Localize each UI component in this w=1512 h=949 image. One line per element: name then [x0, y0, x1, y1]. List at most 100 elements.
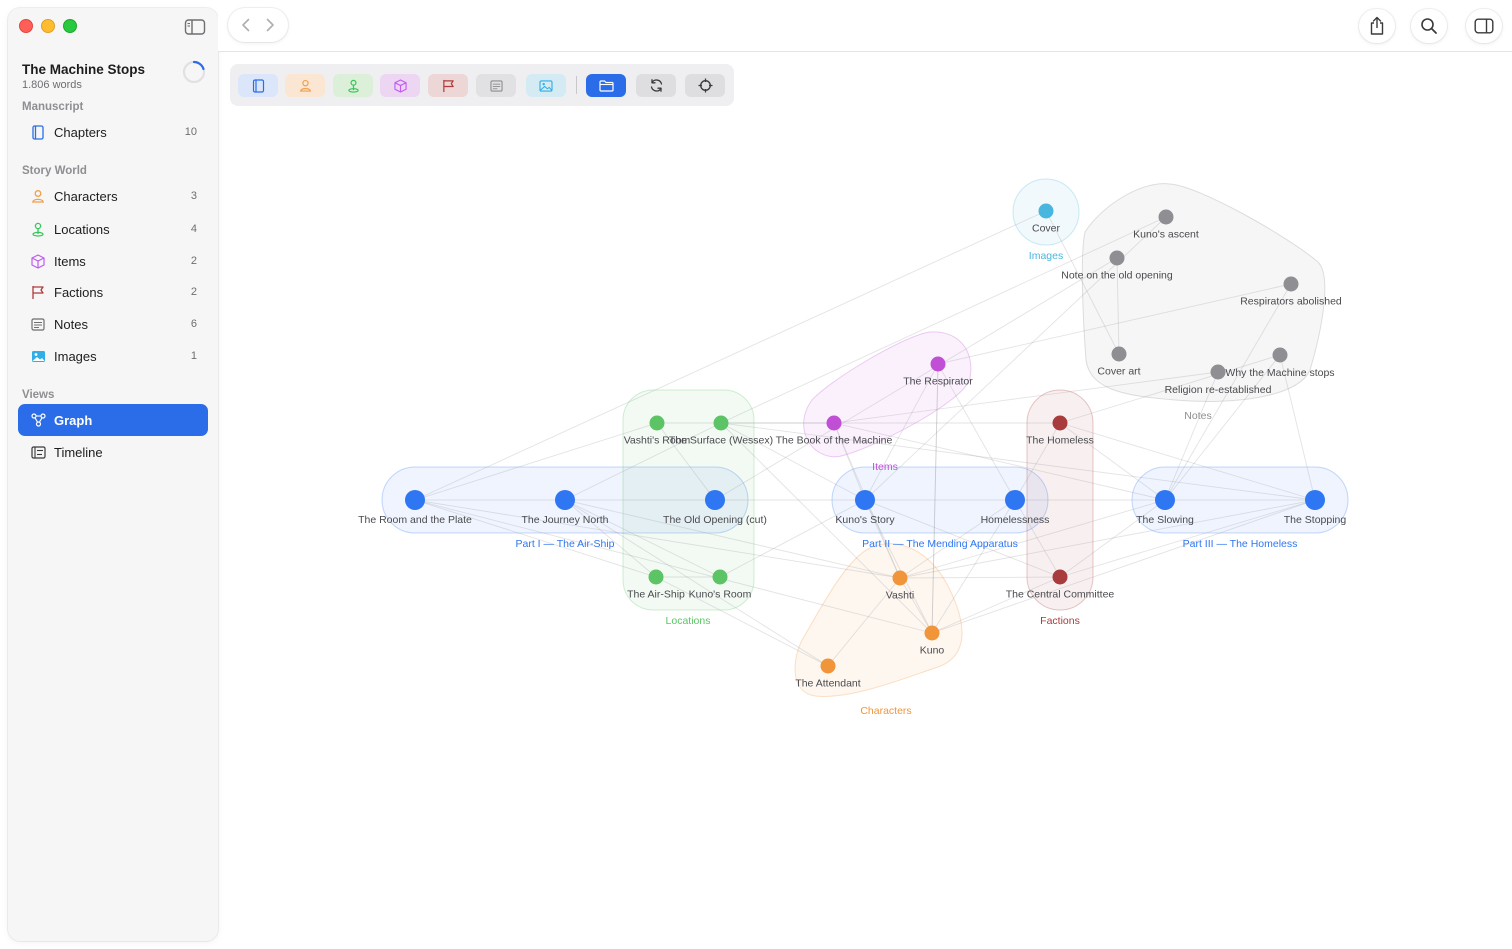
graph-node-airship[interactable]: [648, 569, 664, 585]
group-label-characters: Characters: [860, 705, 911, 717]
toolbar-divider: [576, 76, 577, 94]
search-icon: [1421, 18, 1437, 34]
locations-filter[interactable]: [333, 74, 373, 97]
sidebar-item-factions[interactable]: Factions 2: [18, 276, 208, 308]
graph-node-label: The Central Committee: [1006, 589, 1115, 601]
image-icon: [539, 79, 553, 92]
book-icon: [252, 78, 264, 93]
sidebar-item-count: 6: [190, 318, 197, 330]
chapters-filter[interactable]: [238, 74, 278, 97]
sidebar-item-locations[interactable]: Locations 4: [18, 213, 208, 245]
graph-node-old_opening[interactable]: [705, 490, 725, 510]
timeline-icon: [30, 444, 46, 460]
graph-node-journey_north[interactable]: [555, 490, 575, 510]
forward-button[interactable]: [260, 15, 280, 35]
image-icon: [30, 348, 46, 364]
flag-icon: [30, 284, 46, 300]
progress-spinner-icon: [182, 60, 206, 84]
graph-node-surface[interactable]: [713, 415, 729, 431]
group-label-items: Items: [872, 461, 898, 473]
back-button[interactable]: [236, 15, 256, 35]
sidebar: The Machine Stops 1.806 words Manuscript…: [8, 8, 218, 941]
person-icon: [30, 188, 46, 204]
graph-node-religion[interactable]: [1210, 364, 1226, 380]
graph-node-label: The Respirator: [903, 376, 973, 388]
graph-node-label: Kuno's Room: [689, 589, 752, 601]
graph-node-label: Kuno's ascent: [1133, 229, 1199, 241]
factions-filter[interactable]: [428, 74, 468, 97]
sidebar-item-items[interactable]: Items 2: [18, 245, 208, 277]
graph-node-vashti[interactable]: [892, 570, 908, 586]
sidebar-item-label: Factions: [54, 284, 104, 300]
graph-node-kunos_ascent[interactable]: [1158, 209, 1174, 225]
notes-filter[interactable]: [476, 74, 516, 97]
group-label-locations: Locations: [666, 615, 711, 627]
share-icon: [1370, 16, 1384, 35]
graph-node-cover[interactable]: [1038, 203, 1054, 219]
sidebar-item-label: Images: [54, 348, 97, 364]
toolbar: [218, 0, 1512, 52]
section-manuscript: Manuscript: [22, 101, 84, 113]
items-filter[interactable]: [380, 74, 420, 97]
graph-node-book_machine[interactable]: [826, 415, 842, 431]
graph-node-note_old_opening[interactable]: [1109, 250, 1125, 266]
story-graph: Part I — The Air-Ship Part II — The Mendi…: [358, 178, 1349, 717]
characters-filter[interactable]: [285, 74, 325, 97]
minimize-window-button[interactable]: [41, 19, 55, 33]
sidebar-item-timeline[interactable]: Timeline: [18, 436, 208, 468]
zoom-window-button[interactable]: [63, 19, 77, 33]
relayout-button[interactable]: [636, 74, 676, 97]
sidebar-toggle-icon[interactable]: [184, 18, 206, 36]
group-label-part1: Part I — The Air-Ship: [515, 538, 614, 550]
inspector-toggle-button[interactable]: [1466, 9, 1502, 43]
inspector-icon: [1474, 18, 1494, 34]
sidebar-item-count: 2: [190, 286, 197, 298]
sidebar-item-count: 4: [190, 223, 197, 235]
sidebar-item-label: Characters: [54, 188, 118, 204]
graph-node-vashti_room[interactable]: [649, 415, 665, 431]
window-controls: [19, 19, 77, 33]
graph-node-cover_art[interactable]: [1111, 346, 1127, 362]
graph-node-label: Cover art: [1097, 366, 1140, 378]
group-label-part3: Part III — The Homeless: [1183, 538, 1298, 550]
graph-node-kunos_story[interactable]: [855, 490, 875, 510]
graph-node-kunos_room[interactable]: [712, 569, 728, 585]
share-button[interactable]: [1359, 9, 1395, 43]
sidebar-item-label: Locations: [54, 221, 110, 237]
cube-icon: [30, 253, 46, 269]
graph-node-label: The Homeless: [1026, 435, 1094, 447]
graph-node-label: Vashti: [886, 590, 914, 602]
graph-node-label: The Room and the Plate: [358, 514, 472, 526]
graph-node-kuno[interactable]: [924, 625, 940, 641]
images-filter[interactable]: [526, 74, 566, 97]
graph-icon: [30, 412, 46, 428]
sidebar-item-chapters[interactable]: Chapters 10: [18, 116, 208, 148]
history-navigation: [228, 8, 288, 42]
graph-node-attendant[interactable]: [820, 658, 836, 674]
group-toggle-button[interactable]: [586, 74, 626, 97]
close-window-button[interactable]: [19, 19, 33, 33]
cube-icon: [393, 78, 407, 93]
graph-node-homeless[interactable]: [1052, 415, 1068, 431]
graph-node-homelessness[interactable]: [1005, 490, 1025, 510]
group-hull-characters[interactable]: [794, 543, 963, 697]
graph-node-label: Religion re-established: [1165, 384, 1272, 396]
graph-node-label: The Air-Ship: [627, 589, 685, 601]
graph-node-stopping[interactable]: [1305, 490, 1325, 510]
graph-node-label: Kuno's Story: [835, 514, 895, 526]
search-button[interactable]: [1411, 9, 1447, 43]
graph-node-central_committee[interactable]: [1052, 569, 1068, 585]
graph-node-room_plate[interactable]: [405, 490, 425, 510]
note-icon: [30, 316, 46, 332]
graph-node-respirators_abolished[interactable]: [1283, 276, 1299, 292]
graph-node-why_machine_stops[interactable]: [1272, 347, 1288, 363]
sidebar-item-notes[interactable]: Notes 6: [18, 308, 208, 340]
sidebar-item-label: Items: [54, 253, 86, 269]
sidebar-item-images[interactable]: Images 1: [18, 340, 208, 372]
recenter-button[interactable]: [685, 74, 725, 97]
sidebar-item-characters[interactable]: Characters 3: [18, 180, 208, 212]
graph-node-slowing[interactable]: [1155, 490, 1175, 510]
group-label-notes: Notes: [1184, 410, 1211, 422]
sidebar-item-graph[interactable]: Graph: [18, 404, 208, 436]
graph-node-respirator[interactable]: [930, 356, 946, 372]
